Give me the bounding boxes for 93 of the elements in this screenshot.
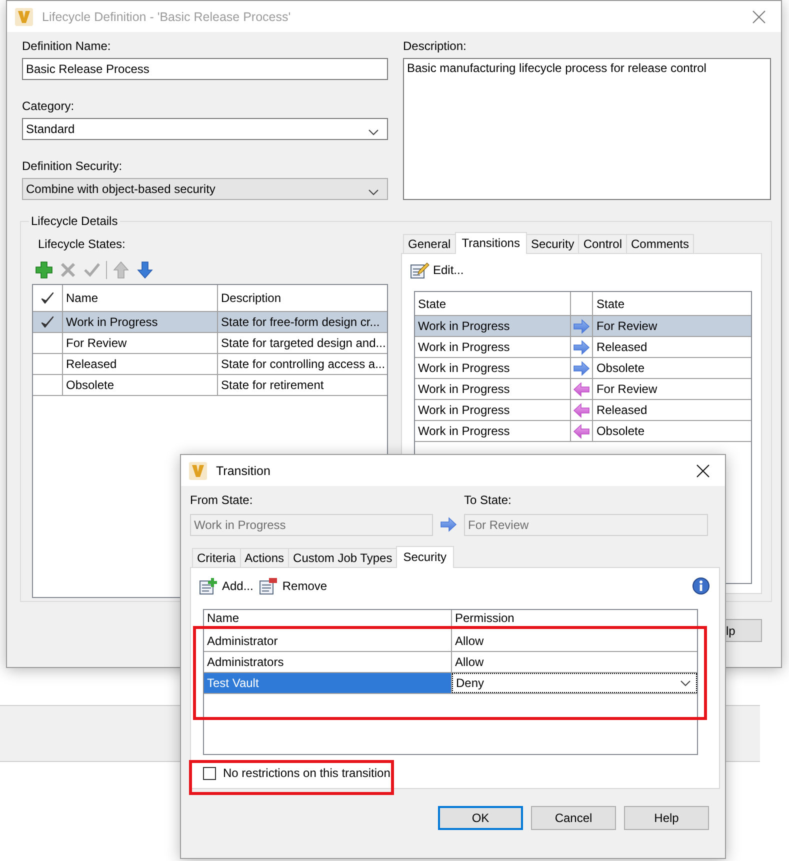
close-icon[interactable] [696, 464, 710, 478]
right-arrow-icon [440, 517, 457, 532]
table-cell-text: Obsolete [595, 360, 646, 377]
table-cell: Released [63, 354, 218, 374]
table-cell-text: For Review [595, 318, 658, 335]
tab[interactable]: General [403, 234, 456, 253]
table-cell: Work in Progress [415, 337, 571, 357]
field-label: Category: [22, 98, 76, 114]
table-cell-text: Released [595, 339, 648, 356]
table-row[interactable]: Work in Progress Obsolete [415, 421, 751, 442]
table-row[interactable]: Work in Progress For Review [415, 316, 751, 337]
field-label: Definition Name: [22, 38, 112, 54]
dialog-button[interactable]: Help [624, 806, 709, 830]
table-cell-text: State for targeted design and... [220, 335, 387, 352]
field-label: From State: [190, 492, 254, 508]
field-label: To State: [464, 492, 512, 508]
table-row[interactable]: Work in Progress State for free-form design cr... [33, 312, 387, 333]
tab[interactable]: Security [526, 234, 580, 253]
table-row[interactable]: Work in Progress Released [415, 400, 751, 421]
right-arrow-icon [572, 340, 590, 354]
column-header[interactable]: Name [63, 285, 218, 311]
edit-icon [410, 261, 430, 279]
table-cell-text: State for retirement [220, 377, 325, 394]
table-cell: Work in Progress [415, 316, 571, 336]
edit-button[interactable]: Edit... [410, 261, 464, 279]
table-cell: Administrators [204, 652, 452, 672]
add-button[interactable]: Add... [199, 577, 254, 595]
tab[interactable]: Transitions [454, 232, 527, 254]
table-cell-text: State for free-form design cr... [220, 314, 381, 331]
table-cell: Administrator [204, 631, 452, 651]
remove-document-icon [259, 577, 280, 595]
field-label: Definition Security: [22, 158, 124, 174]
tab[interactable]: Criteria [192, 548, 241, 567]
table-row[interactable]: Administrator Allow [204, 631, 697, 652]
left-arrow-icon [572, 424, 590, 438]
table-row[interactable]: Work in Progress For Review [415, 379, 751, 400]
table-cell-text: Allow [454, 654, 485, 671]
right-arrow-icon [572, 360, 590, 376]
table-cell: Work in Progress [415, 358, 571, 378]
remove-button[interactable]: Remove [259, 577, 328, 595]
field-label: Description: [403, 38, 468, 54]
table-row[interactable]: Test Vault Deny [204, 673, 697, 694]
table-cell: Work in Progress [63, 312, 218, 332]
column-header[interactable]: State [415, 292, 571, 315]
column-header[interactable]: Description [218, 285, 387, 311]
table-cell: Obsolete [63, 375, 218, 395]
table-row[interactable]: Work in Progress Obsolete [415, 358, 751, 379]
checkbox[interactable] [203, 766, 216, 780]
table-cell-text: Allow [454, 633, 485, 650]
tab[interactable]: Security [396, 546, 454, 568]
table-cell-text: Obsolete [595, 423, 646, 440]
dialog-button[interactable]: Cancel [531, 806, 616, 830]
tab[interactable]: Comments [626, 234, 694, 253]
table-row[interactable]: Work in Progress Released [415, 337, 751, 358]
table-cell-text: Released [595, 402, 648, 419]
column-header[interactable]: Name [204, 610, 452, 631]
table-cell: Work in Progress [415, 421, 571, 441]
left-arrow-icon [572, 382, 590, 396]
description-field[interactable]: Basic manufacturing lifecycle process for release control [403, 58, 771, 200]
left-arrow-icon [572, 402, 590, 418]
table-cell: Work in Progress [415, 379, 571, 399]
window-title: Lifecycle Definition - 'Basic Release Process' [42, 10, 291, 24]
right-arrow-icon [572, 318, 590, 334]
tab[interactable]: Custom Job Types [288, 548, 398, 567]
name-field[interactable]: Basic Release Process [22, 58, 388, 80]
window-title: Transition [216, 464, 270, 478]
section-label: Lifecycle States: [38, 236, 126, 252]
add-icon[interactable] [35, 261, 53, 279]
table-row[interactable]: Released State for controlling access a... [33, 354, 387, 375]
group-title: Lifecycle Details [30, 214, 119, 228]
table-cell-text: State for controlling access a... [220, 356, 386, 373]
app-logo-icon [15, 8, 33, 26]
app-logo-icon [189, 462, 207, 480]
table-cell-text: For Review [595, 381, 658, 398]
table-cell: Test Vault [204, 673, 452, 693]
category-dropdown[interactable]: Standard [22, 118, 388, 140]
dropdown-caret-icon [680, 680, 691, 686]
permission-dropdown[interactable]: Deny [452, 673, 697, 693]
table-row[interactable]: For Review State for targeted design and... [33, 333, 387, 354]
table-cell: Work in Progress [415, 400, 571, 420]
dropdown-caret-icon [368, 129, 379, 136]
column-header[interactable]: State [593, 292, 751, 315]
down-arrow-icon[interactable] [136, 261, 154, 279]
dialog-button[interactable]: lp [726, 619, 762, 642]
checkbox-label[interactable]: No restrictions on this transition [223, 766, 390, 780]
checkmark-icon [40, 291, 55, 305]
dialog-button[interactable]: OK [438, 806, 523, 830]
table-cell: For Review [63, 333, 218, 353]
info-icon[interactable] [692, 577, 710, 595]
security-dropdown[interactable]: Combine with object-based security [22, 178, 388, 200]
dropdown-caret-icon [368, 189, 379, 196]
add-document-icon [199, 577, 219, 595]
table-row[interactable]: Obsolete State for retirement [33, 375, 387, 396]
